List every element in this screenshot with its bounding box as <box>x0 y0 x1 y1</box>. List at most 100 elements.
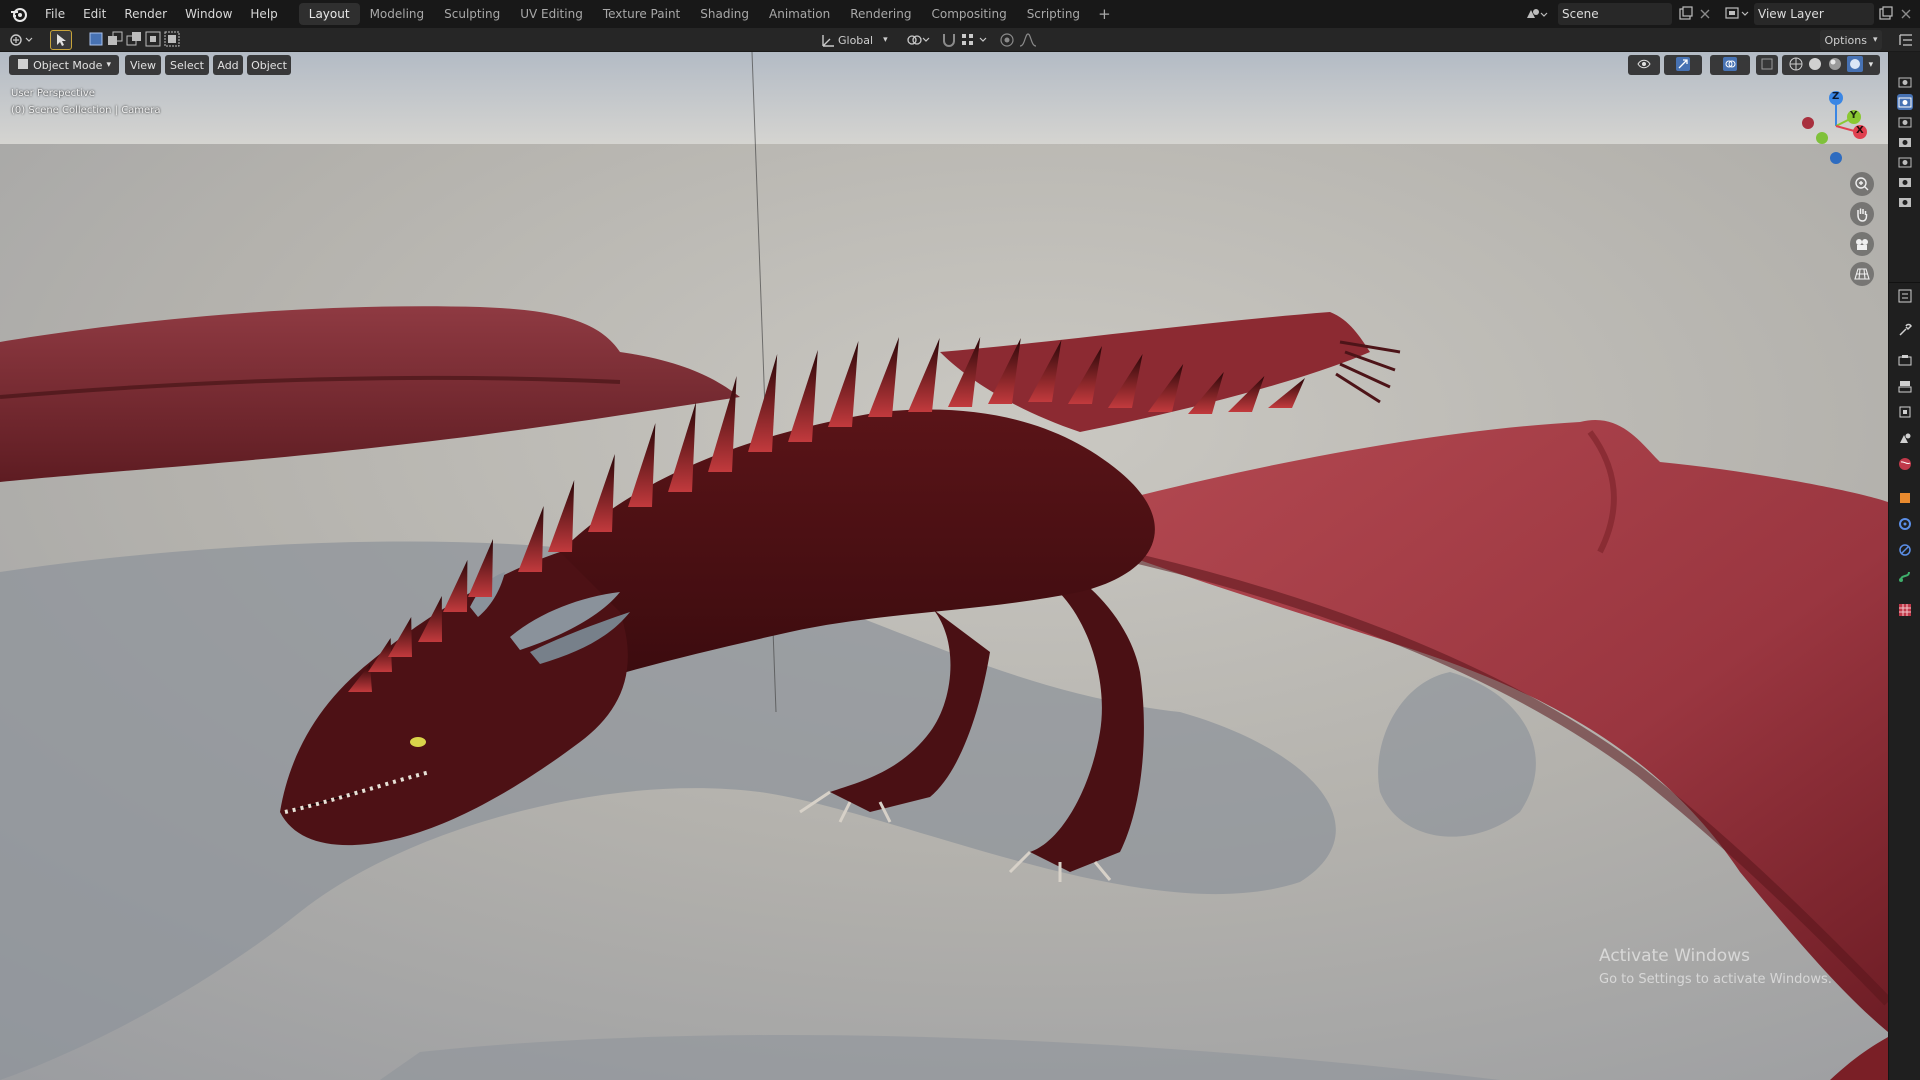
view-label: View <box>129 58 157 72</box>
render-camera-icon[interactable] <box>1897 74 1913 90</box>
render-camera-icon[interactable] <box>1897 194 1913 210</box>
view-menu[interactable]: View <box>125 55 161 75</box>
gizmo-icon <box>1676 56 1690 74</box>
render-camera-icon[interactable] <box>1897 114 1913 130</box>
options-label: Options <box>1824 33 1867 47</box>
tab-texture-paint[interactable]: Texture Paint <box>593 3 690 25</box>
new-scene-icon[interactable] <box>1678 6 1694 26</box>
scene-properties-icon[interactable] <box>1897 430 1913 446</box>
rendered-shading-icon[interactable] <box>1847 55 1864 75</box>
object-mode-icon <box>17 58 29 73</box>
select-intersect-icon[interactable] <box>164 31 180 51</box>
pivot-point-icon[interactable] <box>906 31 932 53</box>
outliner-icon[interactable] <box>1898 32 1914 52</box>
scene-field[interactable]: Scene <box>1558 3 1672 25</box>
object-properties-icon[interactable] <box>1897 490 1913 506</box>
mode-dropdown[interactable]: Object Mode ▾ <box>9 55 119 75</box>
menu-file[interactable]: File <box>36 0 74 28</box>
menu-edit[interactable]: Edit <box>74 0 115 28</box>
selection-mode-group <box>88 31 180 51</box>
menu-help[interactable]: Help <box>241 0 286 28</box>
zoom-icon[interactable] <box>1850 172 1874 196</box>
snap-icon[interactable] <box>940 31 958 53</box>
view-layer-field[interactable]: View Layer <box>1754 3 1874 25</box>
tab-layout[interactable]: Layout <box>298 3 360 25</box>
navigation-gizmo[interactable]: Z Y X <box>1798 86 1868 166</box>
pan-hand-icon[interactable] <box>1850 202 1874 226</box>
select-new-icon[interactable] <box>88 31 104 51</box>
blender-logo-icon[interactable] <box>6 1 32 27</box>
material-shading-icon[interactable] <box>1828 57 1842 74</box>
top-bar: File Edit Render Window Help Layout Mode… <box>0 0 1920 28</box>
add-label: Add <box>217 58 239 72</box>
menu-window[interactable]: Window <box>176 0 241 28</box>
output-properties-icon[interactable] <box>1897 378 1913 394</box>
render-properties-icon[interactable] <box>1897 352 1913 368</box>
select-extend-icon[interactable] <box>107 31 123 51</box>
viewport-perspective-label: User Perspective <box>11 88 95 99</box>
workspace-tabs: Layout Modeling Sculpting UV Editing Tex… <box>298 3 1119 25</box>
object-label: Object <box>251 58 287 72</box>
options-dropdown[interactable]: Options ▾ <box>1820 30 1882 50</box>
gizmo-toggle[interactable] <box>1664 55 1702 75</box>
add-workspace-button[interactable]: + <box>1090 5 1119 23</box>
scene-selector-icon[interactable] <box>1524 3 1560 25</box>
chevron-down-icon[interactable]: ▾ <box>1869 60 1874 70</box>
camera-view-icon[interactable] <box>1850 232 1874 256</box>
solid-shading-icon[interactable] <box>1808 57 1822 74</box>
perspective-grid-icon[interactable] <box>1850 262 1874 286</box>
xray-toggle[interactable] <box>1756 55 1778 75</box>
properties-strip <box>1888 52 1920 1080</box>
tool-settings-icon[interactable] <box>1897 322 1913 338</box>
modifier-properties-icon[interactable] <box>1897 516 1913 532</box>
tab-shading[interactable]: Shading <box>690 3 759 25</box>
tab-animation[interactable]: Animation <box>759 3 840 25</box>
snap-increment-icon[interactable] <box>960 31 990 53</box>
select-tool-icon[interactable] <box>50 30 72 50</box>
select-invert-icon[interactable] <box>145 31 161 51</box>
orientation-label: Global <box>838 33 874 47</box>
select-menu[interactable]: Select <box>165 55 209 75</box>
wireframe-shading-icon[interactable] <box>1789 57 1803 74</box>
tab-sculpting[interactable]: Sculpting <box>434 3 510 25</box>
proportional-editing-icon[interactable] <box>998 31 1016 53</box>
render-camera-icon[interactable] <box>1897 174 1913 190</box>
view-layer-properties-icon[interactable] <box>1897 404 1913 420</box>
delete-scene-icon[interactable] <box>1698 6 1712 25</box>
view-layer-icon[interactable] <box>1724 5 1752 25</box>
object-data-properties-icon[interactable] <box>1897 568 1913 584</box>
texture-properties-icon[interactable] <box>1897 602 1913 618</box>
editor-type-icon[interactable] <box>8 31 38 53</box>
main-menu: File Edit Render Window Help <box>36 0 287 28</box>
tab-scripting[interactable]: Scripting <box>1017 3 1090 25</box>
dragon-render <box>0 52 1888 1080</box>
add-menu[interactable]: Add <box>213 55 243 75</box>
render-camera-icon[interactable] <box>1897 94 1913 110</box>
object-menu[interactable]: Object <box>247 55 291 75</box>
chevron-down-icon: ▾ <box>106 60 111 70</box>
delete-view-layer-icon[interactable] <box>1899 6 1913 25</box>
shading-mode-group: ▾ <box>1782 55 1880 75</box>
transform-orientation-icon[interactable] <box>820 31 838 53</box>
gizmo-z-label: Z <box>1832 91 1840 102</box>
menu-render[interactable]: Render <box>115 0 176 28</box>
tab-compositing[interactable]: Compositing <box>921 3 1016 25</box>
select-subtract-icon[interactable] <box>126 31 142 51</box>
overlays-toggle[interactable] <box>1710 55 1750 75</box>
tool-header: Global ▾ Options ▾ <box>0 28 1920 52</box>
visibility-dropdown[interactable] <box>1628 55 1660 75</box>
transform-orientation-dropdown[interactable]: Global ▾ <box>838 30 898 50</box>
tab-modeling[interactable]: Modeling <box>360 3 435 25</box>
render-camera-icon[interactable] <box>1897 154 1913 170</box>
gizmo-y-label: Y <box>1850 110 1858 121</box>
render-camera-icon[interactable] <box>1897 134 1913 150</box>
proportional-falloff-icon[interactable] <box>1018 31 1044 53</box>
world-properties-icon[interactable] <box>1897 456 1913 472</box>
3d-viewport[interactable]: Object Mode ▾ View Select Add Object ▾ U… <box>0 52 1888 1080</box>
tab-rendering[interactable]: Rendering <box>840 3 921 25</box>
overlays-icon <box>1723 56 1737 74</box>
physics-properties-icon[interactable] <box>1897 542 1913 558</box>
properties-editor-icon[interactable] <box>1897 288 1913 304</box>
tab-uv-editing[interactable]: UV Editing <box>510 3 593 25</box>
new-view-layer-icon[interactable] <box>1878 6 1894 26</box>
